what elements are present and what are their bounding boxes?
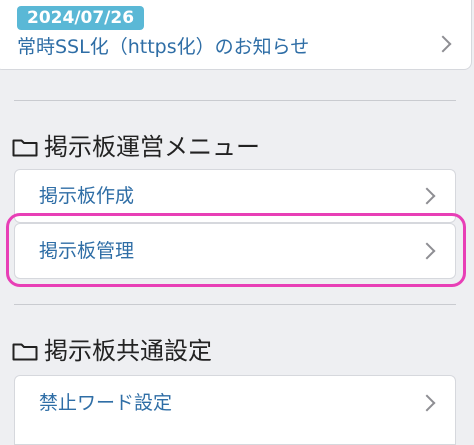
- folder-icon: [12, 343, 38, 361]
- news-date-badge: 2024/07/26: [17, 6, 145, 30]
- chevron-right-icon: [418, 187, 436, 205]
- menu-item-label: 禁止ワード設定: [39, 392, 173, 414]
- section-title-label: 掲示板運営メニュー: [44, 133, 260, 161]
- menu-item-label: 掲示板作成: [39, 185, 135, 207]
- menu-item-banned-words[interactable]: 禁止ワード設定: [14, 375, 456, 445]
- section-title-label: 掲示板共通設定: [44, 337, 212, 365]
- section-title-management: 掲示板運営メニュー: [12, 132, 260, 162]
- highlight-outline: [6, 213, 466, 287]
- chevron-right-icon: [434, 35, 452, 53]
- news-card[interactable]: 2024/07/26 常時SSL化（https化）のお知らせ: [0, 0, 472, 70]
- folder-icon: [12, 139, 38, 157]
- news-title[interactable]: 常時SSL化（https化）のお知らせ: [17, 35, 309, 59]
- chevron-right-icon: [418, 394, 436, 412]
- divider: [14, 304, 456, 305]
- divider: [14, 100, 456, 101]
- section-title-common-settings: 掲示板共通設定: [12, 336, 212, 366]
